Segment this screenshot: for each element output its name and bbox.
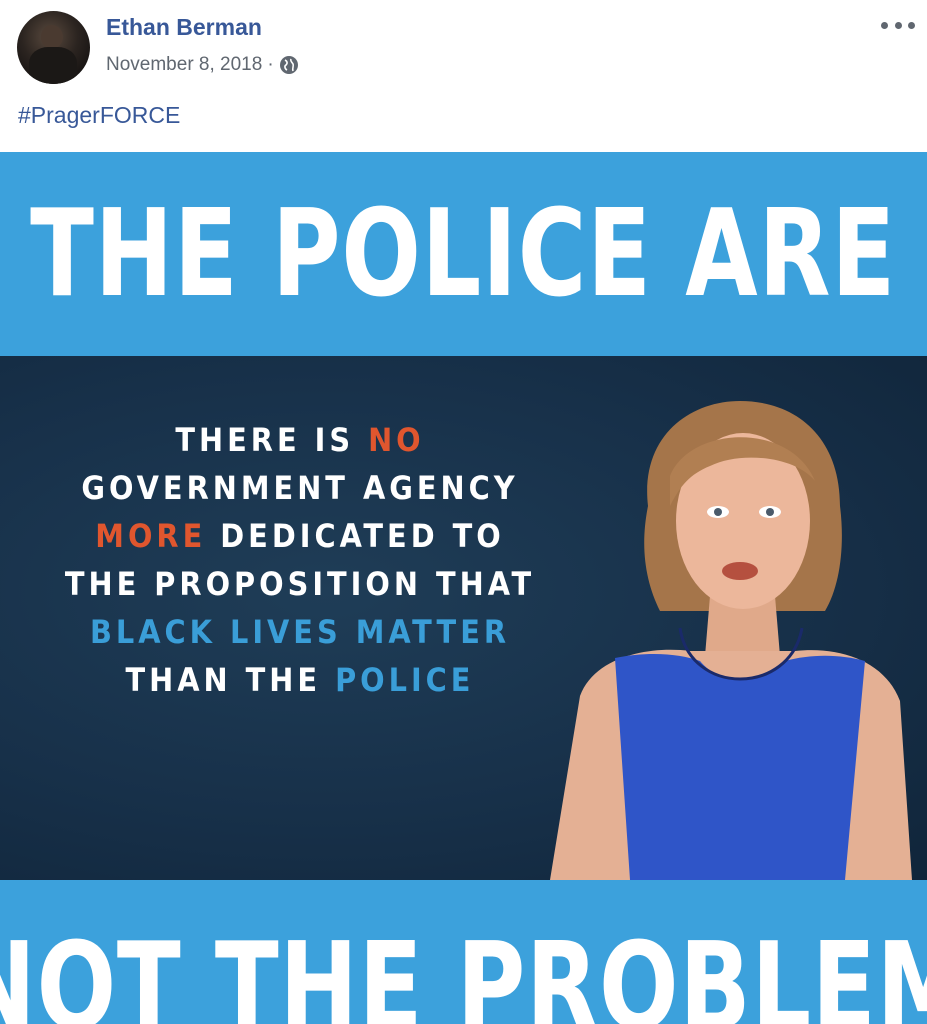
quote-line-4: THE PROPOSITION THAT <box>64 565 536 603</box>
headline-top: THE POLICE ARE <box>30 184 897 324</box>
quote-line-6: THAN THE POLICE <box>60 656 540 704</box>
video-player[interactable]: THE POLICE ARE THERE IS NO GOVERNMENT AG… <box>0 152 927 1024</box>
more-options-icon[interactable] <box>881 14 915 36</box>
quote-highlight-police: POLICE <box>335 661 475 699</box>
quote-line-5: BLACK LIVES MATTER <box>89 613 511 651</box>
dot-icon <box>908 21 915 29</box>
avatar-body <box>29 47 77 84</box>
post-header: Ethan Berman November 8, 2018 · #PragerF… <box>0 0 927 150</box>
headline-band-bottom: NOT THE PROBLEM <box>0 880 927 1024</box>
quote-text-part: THAN THE <box>125 661 336 699</box>
video-frame-middle: THERE IS NO GOVERNMENT AGENCY MORE DEDIC… <box>0 356 927 880</box>
quote-line-2: GOVERNMENT AGENCY <box>81 469 519 507</box>
author-name-link[interactable]: Ethan Berman <box>106 14 262 41</box>
quote-line-1: THERE IS NO <box>60 416 540 464</box>
quote-highlight-no: NO <box>368 421 425 459</box>
dot-icon <box>881 21 888 29</box>
quote-line-3: MORE DEDICATED TO <box>60 512 540 560</box>
quote-text-part: THERE IS <box>175 421 369 459</box>
dot-icon <box>894 21 902 29</box>
post-date-link[interactable]: November 8, 2018 <box>106 54 262 76</box>
speaker-figure <box>550 401 912 880</box>
hashtag-link[interactable]: #PragerFORCE <box>18 102 180 129</box>
post-meta: November 8, 2018 · <box>106 54 299 76</box>
avatar-head <box>41 25 63 49</box>
headline-band-top: THE POLICE ARE <box>0 152 927 356</box>
meta-separator: · <box>267 54 274 75</box>
quote-text-part: DEDICATED TO <box>206 517 505 555</box>
headline-bottom: NOT THE PROBLEM <box>0 918 927 1024</box>
quote-highlight-more: MORE <box>95 517 207 555</box>
author-avatar[interactable] <box>17 11 90 84</box>
globe-icon[interactable] <box>279 55 299 75</box>
quote-text: THERE IS NO GOVERNMENT AGENCY MORE DEDIC… <box>60 416 540 704</box>
